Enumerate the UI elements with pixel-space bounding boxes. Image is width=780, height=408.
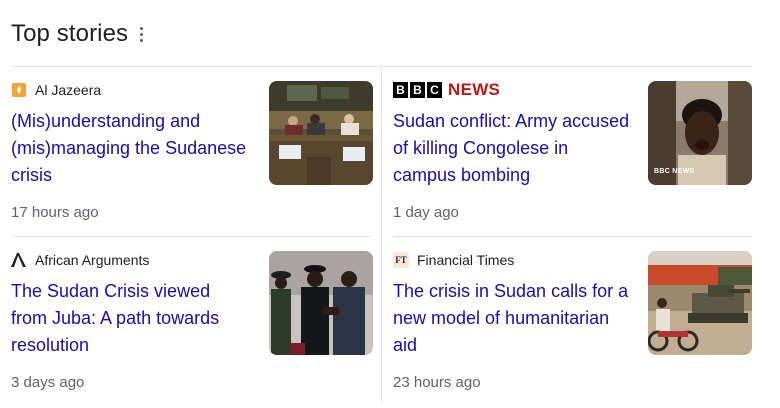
- story-thumbnail[interactable]: [269, 81, 373, 185]
- source-name: African Arguments: [35, 252, 150, 268]
- conference-table-photo-icon: [269, 81, 373, 185]
- story-headline-link[interactable]: (Mis)understanding and (mis)managing the…: [11, 108, 251, 189]
- story-time: 1 day ago: [393, 204, 459, 221]
- story-card[interactable]: FT Financial Times The crisis in Sudan c…: [393, 248, 755, 408]
- al-jazeera-logo-icon: [11, 82, 27, 98]
- story-headline-link[interactable]: The Sudan Crisis viewed from Juba: A pat…: [11, 278, 251, 359]
- story-thumbnail[interactable]: [648, 251, 752, 355]
- more-options-icon[interactable]: [136, 25, 146, 43]
- section-title: Top stories: [11, 20, 129, 47]
- story-source: African Arguments: [11, 250, 149, 270]
- story-source: Al Jazeera: [11, 80, 101, 100]
- story-source: FT Financial Times: [393, 250, 514, 270]
- tank-street-photo-icon: [648, 251, 752, 355]
- story-headline-link[interactable]: Sudan conflict: Army accused of killing …: [393, 108, 633, 189]
- source-name: Al Jazeera: [35, 82, 102, 98]
- leaders-handshake-photo-icon: [269, 251, 373, 355]
- story-thumbnail[interactable]: BBC NEWS: [648, 81, 752, 185]
- story-card[interactable]: Al Jazeera (Mis)understanding and (mis)m…: [11, 78, 373, 238]
- african-arguments-logo-icon: [11, 252, 27, 268]
- story-card[interactable]: African Arguments The Sudan Crisis viewe…: [11, 248, 373, 408]
- story-source: B B C NEWS: [393, 80, 500, 100]
- thumbnail-watermark: BBC NEWS: [654, 168, 695, 175]
- story-time: 23 hours ago: [393, 374, 481, 391]
- financial-times-logo-icon: FT: [393, 252, 409, 268]
- story-time: 3 days ago: [11, 374, 85, 391]
- source-name: Financial Times: [417, 252, 515, 268]
- top-stories-header: Top stories: [11, 16, 146, 52]
- story-thumbnail[interactable]: [269, 251, 373, 355]
- divider: [381, 66, 382, 402]
- story-headline-link[interactable]: The crisis in Sudan calls for a new mode…: [393, 278, 633, 359]
- bbc-news-logo-icon: B B C NEWS: [393, 80, 500, 100]
- story-time: 17 hours ago: [11, 204, 99, 221]
- story-card[interactable]: B B C NEWS Sudan conflict: Army accused …: [393, 78, 755, 238]
